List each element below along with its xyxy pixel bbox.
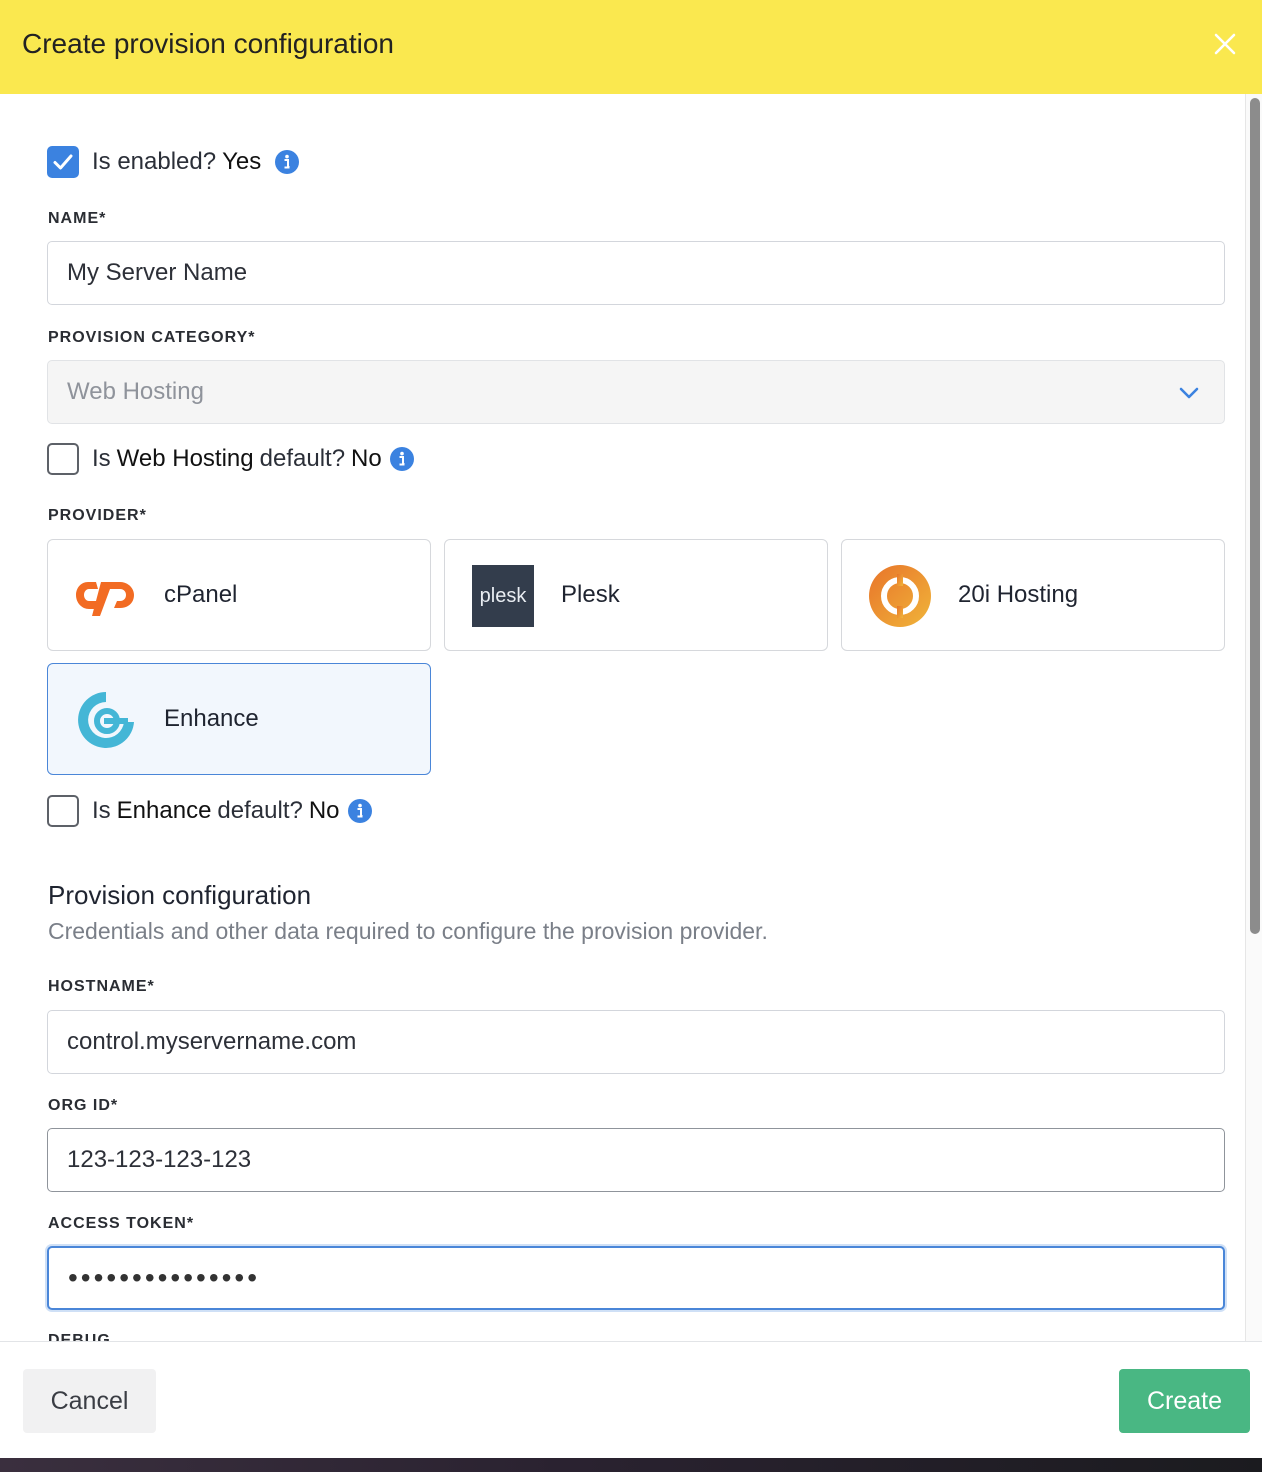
desktop-background xyxy=(0,1458,1262,1472)
provider-default-prefix: Is xyxy=(92,797,111,824)
cpanel-logo xyxy=(74,564,138,628)
section-title: Provision configuration xyxy=(48,880,312,910)
section-description: Credentials and other data required to c… xyxy=(48,918,768,944)
modal-footer: Cancel Create xyxy=(0,1341,1262,1472)
provider-name: Plesk xyxy=(561,581,620,608)
close-icon[interactable] xyxy=(1210,29,1240,59)
hostname-input[interactable]: control.myservername.com xyxy=(47,1010,1225,1074)
enabled-value: Yes xyxy=(222,148,262,175)
provider-option-enhance[interactable]: Enhance xyxy=(47,663,431,775)
info-icon[interactable] xyxy=(389,447,414,471)
provider-name: 20i Hosting xyxy=(958,581,1079,608)
category-label: PROVISION CATEGORY* xyxy=(48,329,256,346)
access-token-label: ACCESS TOKEN* xyxy=(48,1215,195,1232)
org-id-label: ORG ID* xyxy=(48,1097,119,1114)
category-default-checkbox[interactable] xyxy=(47,443,79,475)
enabled-checkbox[interactable] xyxy=(47,146,79,178)
provider-default-value: No xyxy=(308,797,340,824)
enabled-row: Is enabled? Yes xyxy=(47,146,300,178)
modal-header: Create provision configuration xyxy=(0,0,1262,94)
provider-default-middle: default? xyxy=(217,797,303,824)
provider-label: PROVIDER* xyxy=(48,507,147,524)
provider-option-20i[interactable]: 20i Hosting xyxy=(841,539,1225,651)
enhance-logo xyxy=(74,688,138,752)
org-id-input[interactable]: 123-123-123-123 xyxy=(47,1128,1225,1192)
category-select-value: Web Hosting xyxy=(67,378,204,405)
provider-default-checkbox[interactable] xyxy=(47,795,79,827)
category-default-value: No xyxy=(351,445,382,472)
plesk-logo: plesk xyxy=(471,564,535,628)
scrollbar-thumb[interactable] xyxy=(1250,98,1260,934)
access-token-masked-value: ••••••••••••••• xyxy=(68,1262,261,1293)
category-default-row: Is Web Hosting default? No xyxy=(47,443,414,475)
provider-name: cPanel xyxy=(164,581,238,608)
org-id-input-value: 123-123-123-123 xyxy=(67,1146,252,1173)
debug-label: DEBUG xyxy=(48,1333,111,1341)
chevron-down-icon xyxy=(1179,387,1199,399)
info-icon[interactable] xyxy=(347,799,372,823)
category-default-name: Web Hosting xyxy=(116,445,254,472)
provider-default-row: Is Enhance default? No xyxy=(47,795,372,827)
scrollbar[interactable] xyxy=(1245,94,1262,1341)
provider-default-name: Enhance xyxy=(116,797,212,824)
name-input[interactable]: My Server Name xyxy=(47,241,1225,305)
name-input-value: My Server Name xyxy=(67,259,248,286)
info-icon[interactable] xyxy=(275,150,300,174)
category-default-middle: default? xyxy=(259,445,346,472)
name-label: NAME* xyxy=(48,210,107,227)
provider-option-plesk[interactable]: plesk Plesk xyxy=(444,539,828,651)
category-default-prefix: Is xyxy=(92,445,111,472)
provider-name: Enhance xyxy=(164,705,259,732)
enabled-label: Is enabled? xyxy=(92,148,217,175)
provider-option-cpanel[interactable]: cPanel xyxy=(47,539,431,651)
modal-title: Create provision configuration xyxy=(22,28,394,59)
hostname-input-value: control.myservername.com xyxy=(67,1028,357,1055)
create-button[interactable]: Create xyxy=(1119,1369,1250,1433)
access-token-input[interactable]: ••••••••••••••• xyxy=(47,1246,1225,1310)
category-select[interactable]: Web Hosting xyxy=(47,360,1225,424)
checkmark-icon xyxy=(53,154,73,170)
cancel-button[interactable]: Cancel xyxy=(23,1369,156,1433)
20i-logo xyxy=(868,564,932,628)
hostname-label: HOSTNAME* xyxy=(48,978,155,995)
